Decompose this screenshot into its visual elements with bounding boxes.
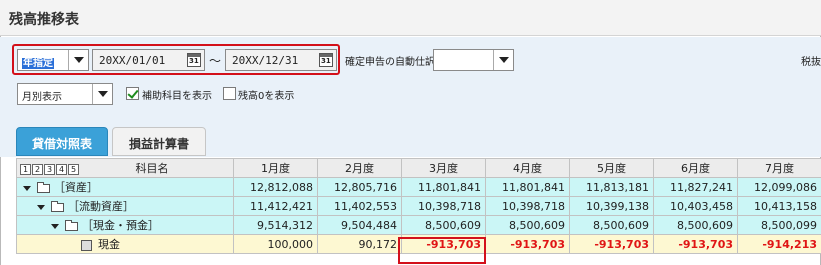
calendar-icon[interactable]: 31 [187, 53, 201, 67]
column-header: 5月度 [569, 158, 654, 178]
account-column-header: 12345 科目名 [16, 158, 234, 178]
table-cell: 90,172 [317, 234, 402, 254]
cell-highlight-box [398, 237, 486, 264]
table-cell: 10,413,158 [737, 196, 821, 216]
tab-balance-sheet[interactable]: 貸借対照表 [16, 127, 108, 156]
show-zero-balance-label[interactable]: 残高0を表示 [238, 87, 294, 102]
expand-toggle-icon[interactable] [37, 204, 45, 210]
account-header-label: 科目名 [135, 162, 169, 175]
table-cell: 11,402,553 [317, 196, 402, 216]
table-row[interactable]: ［流動資産］ 11,412,421 11,402,553 10,398,718 … [16, 196, 821, 216]
column-header: 3月度 [401, 158, 486, 178]
folder-icon [65, 219, 78, 231]
column-header: 4月度 [485, 158, 570, 178]
table-cell: 8,500,609 [569, 215, 654, 235]
table-cell: -914,213 [737, 234, 821, 254]
tax-mode-label: 税抜 [801, 57, 821, 68]
column-header: 1月度 [233, 158, 318, 178]
table-cell: 10,403,458 [653, 196, 738, 216]
table-cell: 8,500,099 [737, 215, 821, 235]
tab-income-statement[interactable]: 損益計算書 [112, 127, 206, 156]
level-button-1[interactable]: 1 [20, 163, 31, 175]
table-cell: 9,514,312 [233, 215, 318, 235]
folder-icon [51, 200, 64, 212]
calendar-icon[interactable]: 31 [319, 53, 333, 67]
table-row[interactable]: ［資産］ 12,812,088 12,805,716 11,801,841 11… [16, 177, 821, 197]
table-cell: 11,801,841 [401, 177, 486, 197]
period-type-value: 年指定 [22, 58, 54, 69]
table-cell: 100,000 [233, 234, 318, 254]
table-cell: 12,099,086 [737, 177, 821, 197]
page-title: 残高推移表 [9, 12, 79, 28]
filter-toolbar: 年指定 20XX/01/01 31 ～ 20XX/12/31 31 確定申告の自… [0, 37, 821, 157]
table-cell: 11,813,181 [569, 177, 654, 197]
period-type-select[interactable]: 年指定 [17, 49, 89, 71]
table-row[interactable]: ［現金・預金］ 9,514,312 9,504,484 8,500,609 8,… [16, 215, 821, 235]
date-from-field[interactable]: 20XX/01/01 31 [92, 49, 205, 71]
column-header: 2月度 [317, 158, 402, 178]
table-cell: 8,500,609 [401, 215, 486, 235]
account-icon [81, 239, 92, 251]
account-name: 現金 [98, 238, 120, 251]
table-cell: 8,500,609 [653, 215, 738, 235]
display-unit-value: 月別表示 [22, 92, 62, 103]
display-unit-select[interactable]: 月別表示 [17, 83, 113, 105]
table-cell: -913,703 [653, 234, 738, 254]
expand-toggle-icon[interactable] [51, 223, 59, 229]
table-cell: 10,398,718 [485, 196, 570, 216]
chevron-down-icon[interactable] [68, 50, 88, 70]
level-button-3[interactable]: 3 [44, 163, 55, 175]
table-cell: 11,801,841 [485, 177, 570, 197]
account-name: ［現金・預金］ [82, 219, 159, 232]
title-bar: 残高推移表 [0, 0, 821, 36]
table-cell: -913,703 [485, 234, 570, 254]
column-header: 7月度 [737, 158, 821, 178]
table-cell: 11,412,421 [233, 196, 318, 216]
date-from-value: 20XX/01/01 [99, 54, 166, 67]
level-button-2[interactable]: 2 [32, 163, 43, 175]
chevron-down-icon[interactable] [493, 50, 513, 70]
table-cell: 12,805,716 [317, 177, 402, 197]
auto-entry-select[interactable] [433, 49, 514, 71]
account-name: ［資産］ [54, 181, 98, 194]
date-to-value: 20XX/12/31 [232, 54, 299, 67]
table-cell: 12,812,088 [233, 177, 318, 197]
show-sub-accounts-label[interactable]: 補助科目を表示 [142, 87, 212, 102]
expand-toggle-icon[interactable] [23, 185, 31, 191]
table-cell: 10,399,138 [569, 196, 654, 216]
show-sub-accounts-checkbox[interactable] [126, 87, 139, 100]
range-separator: ～ [209, 54, 222, 68]
table-cell: -913,703 [569, 234, 654, 254]
table-header-row: 12345 科目名 1月度 2月度 3月度 4月度 5月度 6月度 7月度 [16, 158, 821, 178]
show-zero-balance-checkbox[interactable] [223, 87, 236, 100]
column-header: 6月度 [653, 158, 738, 178]
table-cell: 11,827,241 [653, 177, 738, 197]
table-cell: 8,500,609 [485, 215, 570, 235]
table-cell: 9,504,484 [317, 215, 402, 235]
date-to-field[interactable]: 20XX/12/31 31 [225, 49, 337, 71]
folder-icon [37, 181, 50, 193]
level-button-5[interactable]: 5 [68, 163, 79, 175]
account-name: ［流動資産］ [68, 200, 134, 213]
table-cell: 10,398,718 [401, 196, 486, 216]
chevron-down-icon[interactable] [92, 84, 112, 104]
auto-entry-label: 確定申告の自動仕訳 [345, 57, 435, 68]
level-button-4[interactable]: 4 [56, 163, 67, 175]
